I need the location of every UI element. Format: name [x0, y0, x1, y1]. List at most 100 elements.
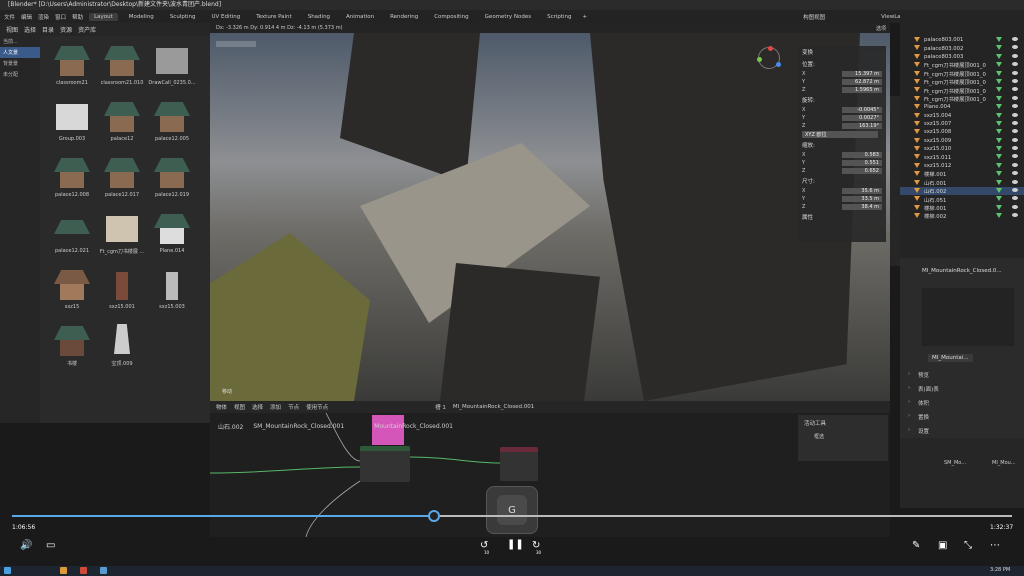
asset-menu-select[interactable]: 选择: [24, 25, 36, 34]
dims-y-field[interactable]: 33.5 m: [842, 196, 882, 202]
outliner-item[interactable]: sxz15.010: [900, 145, 1024, 153]
asset-menu-view[interactable]: 视图: [6, 25, 18, 34]
tab-rendering[interactable]: Rendering: [385, 13, 423, 21]
asset-tile[interactable]: Ft_cgm刀书楼展 ...: [96, 208, 148, 270]
visibility-eye-icon[interactable]: [1012, 45, 1018, 50]
tab-uv-editing[interactable]: UV Editing: [207, 13, 246, 21]
tab-compositing[interactable]: Compositing: [429, 13, 473, 21]
asset-tile[interactable]: palace12.021: [46, 208, 98, 270]
rotation-z-field[interactable]: 163.19°: [842, 123, 882, 129]
asset-tile[interactable]: 书楼: [46, 320, 98, 382]
outliner-item[interactable]: Ft_cgm刀书楼展顶001_0: [900, 78, 1024, 86]
fullscreen-icon[interactable]: ⤡: [964, 540, 972, 551]
asset-tile[interactable]: sxz15.001: [96, 264, 148, 326]
asset-tile[interactable]: classroom21.010: [96, 40, 148, 102]
tab-geometry-nodes[interactable]: Geometry Nodes: [480, 13, 536, 21]
visibility-eye-icon[interactable]: [1012, 87, 1018, 92]
material-slot-select[interactable]: 槽 1: [435, 403, 446, 411]
asset-tile[interactable]: Group.003: [46, 96, 98, 158]
menu-render[interactable]: 渲染: [38, 13, 49, 21]
visibility-eye-icon[interactable]: [1012, 179, 1018, 184]
asset-menu-library[interactable]: 资产库: [78, 25, 96, 34]
viewport-sidebar-tabs[interactable]: [890, 96, 900, 266]
pause-icon[interactable]: ❚❚: [507, 539, 524, 550]
outliner-item[interactable]: palace803.002: [900, 44, 1024, 52]
menu-window[interactable]: 窗口: [55, 13, 66, 21]
outliner-item[interactable]: Ft_cgm刀书楼展顶001_0: [900, 61, 1024, 69]
section-surface[interactable]: 表(面)表: [900, 382, 1024, 396]
visibility-eye-icon[interactable]: [1012, 129, 1018, 134]
catalog-humanities[interactable]: 人文景: [0, 47, 40, 58]
asset-tile[interactable]: palace12.017: [96, 152, 148, 214]
outliner-item[interactable]: 楼梯.001: [900, 170, 1024, 178]
material-slot-list[interactable]: [922, 288, 1014, 346]
tab-sculpting[interactable]: Sculpting: [165, 13, 201, 21]
outliner-item[interactable]: palace803.001: [900, 36, 1024, 44]
add-workspace-icon[interactable]: +: [583, 14, 588, 20]
outliner-item[interactable]: Ft_cgm刀书楼展顶001_0: [900, 86, 1024, 95]
section-preview[interactable]: 预览: [900, 368, 1024, 382]
visibility-eye-icon[interactable]: [1012, 188, 1018, 193]
visibility-eye-icon[interactable]: [1012, 53, 1018, 58]
tab-layout[interactable]: Layout: [89, 12, 118, 21]
ne-menu-view[interactable]: 视图: [234, 403, 245, 411]
visibility-eye-icon[interactable]: [1012, 146, 1018, 151]
attributes-section[interactable]: 属性: [798, 211, 886, 223]
asset-tile[interactable]: sxz15: [46, 264, 98, 326]
outliner-item[interactable]: sxz15.008: [900, 128, 1024, 136]
rotation-y-field[interactable]: 0.0027°: [842, 115, 882, 121]
viewport-options-button[interactable]: 选项: [876, 25, 886, 32]
scene-name[interactable]: 构图视图: [803, 13, 825, 21]
outliner-item[interactable]: sxz15.011: [900, 153, 1024, 161]
outliner-item[interactable]: 楼柳.001: [900, 204, 1024, 212]
outliner-item[interactable]: sxz15.012: [900, 162, 1024, 170]
outliner-item[interactable]: palace803.003: [900, 53, 1024, 61]
outliner-item[interactable]: sxz15.007: [900, 120, 1024, 128]
asset-menu-resource[interactable]: 资源: [60, 25, 72, 34]
seek-bar-track[interactable]: [433, 515, 1012, 517]
output-node[interactable]: [500, 447, 538, 481]
outliner-item[interactable]: Plane.004: [900, 103, 1024, 111]
asset-tile[interactable]: palace12.005: [146, 96, 198, 158]
visibility-eye-icon[interactable]: [1012, 154, 1018, 159]
outliner-item[interactable]: sxz15.004: [900, 112, 1024, 120]
menu-file[interactable]: 文件: [4, 13, 15, 21]
asset-tile[interactable]: classroom21: [46, 40, 98, 102]
ne-menu-node[interactable]: 节点: [288, 403, 299, 411]
shader-node[interactable]: [360, 446, 410, 482]
dims-z-field[interactable]: 38.4 m: [842, 204, 882, 210]
section-volume[interactable]: 体积: [900, 396, 1024, 410]
asset-tile[interactable]: DrawCall_0235.0...: [146, 40, 198, 102]
location-x-field[interactable]: 15.397 m: [842, 71, 882, 77]
visibility-eye-icon[interactable]: [1012, 120, 1018, 125]
miniplayer-icon[interactable]: ▣: [938, 540, 947, 551]
visibility-eye-icon[interactable]: [1012, 171, 1018, 176]
asset-tile[interactable]: palace12: [96, 96, 148, 158]
asset-tile[interactable]: 宝顶.009: [96, 320, 148, 382]
use-nodes-toggle[interactable]: 使用节点: [306, 403, 328, 411]
tab-modeling[interactable]: Modeling: [124, 13, 159, 21]
section-settings[interactable]: 设置: [900, 424, 1024, 438]
more-icon[interactable]: ⋯: [990, 540, 1000, 551]
outliner-item[interactable]: sxz15.009: [900, 137, 1024, 145]
tab-animation[interactable]: Animation: [341, 13, 379, 21]
visibility-eye-icon[interactable]: [1012, 104, 1018, 109]
asset-tile[interactable]: Plane.014: [146, 208, 198, 270]
visibility-eye-icon[interactable]: [1012, 137, 1018, 142]
rotation-mode-select[interactable]: XYZ 欧拉: [802, 131, 878, 138]
visibility-eye-icon[interactable]: [1012, 162, 1018, 167]
outliner-item[interactable]: Ft_cgm刀书楼展顶001_0: [900, 70, 1024, 78]
outliner-item[interactable]: 山石.051: [900, 195, 1024, 204]
visibility-eye-icon[interactable]: [1012, 196, 1018, 201]
volume-icon[interactable]: 🔊: [20, 540, 32, 551]
material-datablock[interactable]: MI_Mountai...: [928, 354, 973, 362]
tab-scripting[interactable]: Scripting: [542, 13, 576, 21]
outliner-item[interactable]: Ft_cgm刀书楼展顶001_0: [900, 95, 1024, 103]
outliner-item[interactable]: 楼柳.002: [900, 212, 1024, 220]
taskbar-app-icon[interactable]: [80, 567, 87, 574]
rotation-x-field[interactable]: -0.0045°: [842, 107, 882, 113]
outliner-item[interactable]: 山石.002: [900, 187, 1024, 196]
taskbar-app-icon[interactable]: [100, 567, 107, 574]
scale-x-field[interactable]: 0.583: [842, 152, 882, 158]
asset-tile[interactable]: palace12.019: [146, 152, 198, 214]
